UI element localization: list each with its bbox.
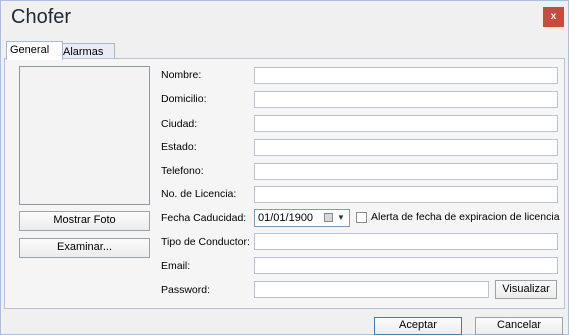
fecha-caducidad-picker[interactable]: 01/01/1900 ▼: [254, 209, 350, 227]
chofer-dialog: Chofer x General Alarmas Mostrar Foto Ex…: [0, 0, 569, 335]
nombre-field[interactable]: [254, 67, 558, 84]
telefono-label: Telefono:: [161, 165, 204, 177]
cancel-button[interactable]: Cancelar: [475, 317, 563, 335]
driver-photo: [19, 66, 150, 205]
estado-field[interactable]: [254, 139, 558, 156]
chevron-down-icon[interactable]: ▼: [337, 212, 345, 224]
fecha-caducidad-label: Fecha Caducidad:: [161, 212, 247, 224]
telefono-field[interactable]: [254, 163, 558, 180]
licencia-field[interactable]: [254, 186, 558, 203]
alerta-expiracion-label: Alerta de fecha de expiracion de licenci…: [371, 211, 560, 223]
tipo-conductor-field[interactable]: [254, 233, 558, 250]
visualizar-button[interactable]: Visualizar: [495, 280, 557, 299]
tab-general[interactable]: General: [6, 41, 63, 60]
title-bar: Chofer x: [1, 1, 568, 35]
tipo-conductor-label: Tipo de Conductor:: [161, 236, 250, 248]
password-field[interactable]: [254, 281, 489, 298]
close-button[interactable]: x: [543, 7, 564, 27]
window-title: Chofer: [11, 6, 72, 28]
licencia-label: No. de Licencia:: [161, 188, 237, 200]
fecha-caducidad-value: 01/01/1900: [258, 212, 314, 224]
ciudad-label: Ciudad:: [161, 118, 198, 130]
browse-button[interactable]: Examinar...: [19, 238, 150, 258]
tab-alarmas[interactable]: Alarmas: [59, 43, 115, 59]
password-label: Password:: [161, 284, 211, 296]
accept-button[interactable]: Aceptar: [374, 317, 462, 335]
ciudad-field[interactable]: [254, 115, 558, 132]
calendar-icon[interactable]: [324, 213, 333, 222]
domicilio-label: Domicilio:: [161, 93, 207, 105]
email-field[interactable]: [254, 257, 558, 274]
show-photo-button[interactable]: Mostrar Foto: [19, 211, 150, 231]
domicilio-field[interactable]: [254, 91, 558, 108]
nombre-label: Nombre:: [161, 69, 202, 81]
alerta-expiracion-checkbox[interactable]: [356, 212, 367, 223]
estado-label: Estado:: [161, 141, 197, 153]
email-label: Email:: [161, 260, 191, 272]
